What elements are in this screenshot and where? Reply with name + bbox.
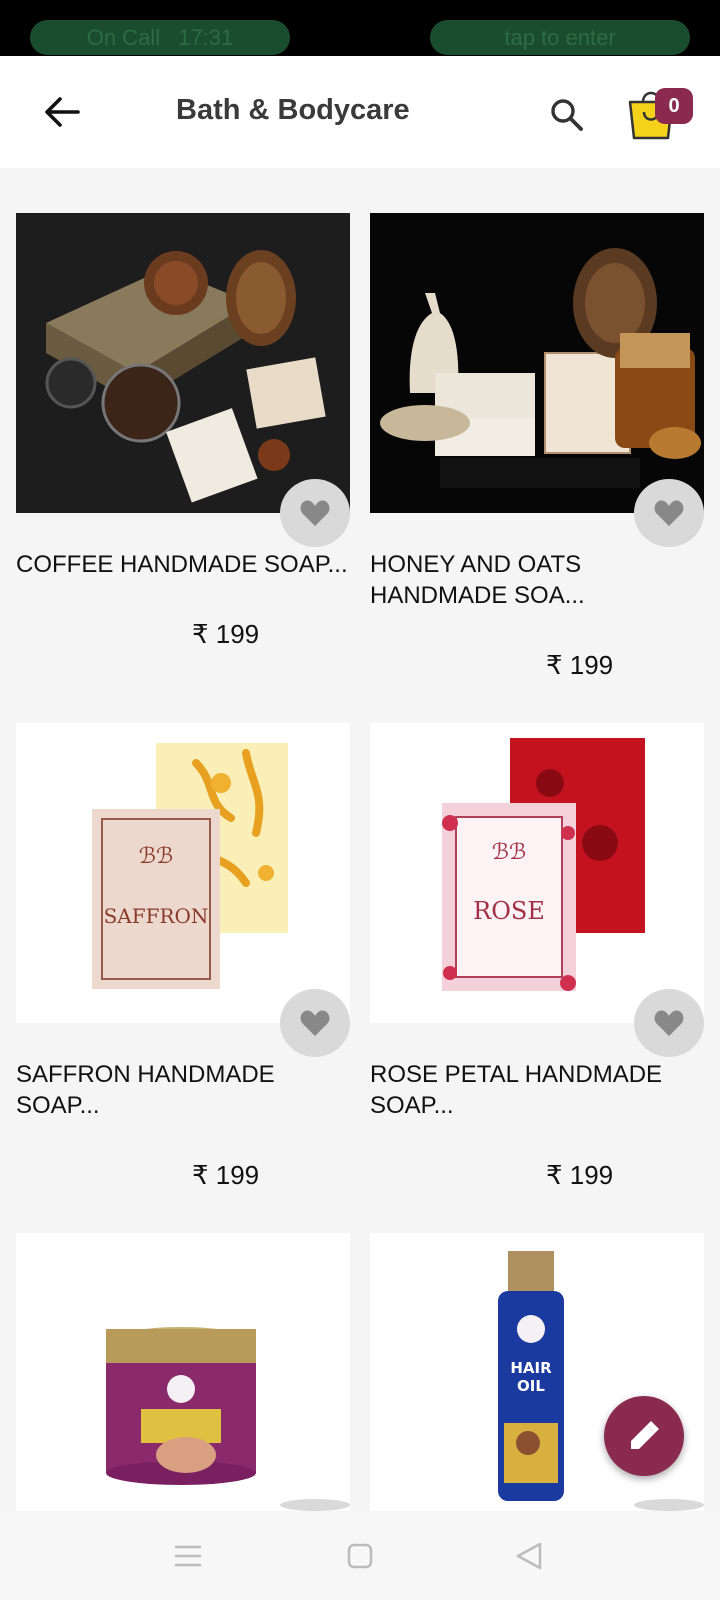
product-price: ₹ 199 bbox=[192, 619, 260, 649]
call-label: On Call bbox=[86, 25, 161, 50]
status-bar: On Call 17:31 tap to enter bbox=[0, 0, 720, 56]
search-icon bbox=[551, 99, 583, 131]
tap-to-enter-pill[interactable]: tap to enter bbox=[430, 20, 690, 55]
arrow-left-icon bbox=[45, 97, 80, 127]
product-name[interactable]: COFFEE HANDMADE SOAP... bbox=[16, 549, 356, 580]
square-home-icon bbox=[347, 1543, 373, 1569]
home-button[interactable] bbox=[342, 1540, 378, 1572]
svg-text:OIL: OIL bbox=[517, 1377, 545, 1395]
edit-fab-button[interactable] bbox=[604, 1396, 684, 1476]
hair-mask-photo bbox=[16, 1233, 350, 1511]
back-button[interactable] bbox=[40, 90, 84, 134]
svg-text:ℬℬ: ℬℬ bbox=[139, 844, 174, 869]
coffee-soap-photo bbox=[16, 213, 350, 513]
heart-icon bbox=[654, 1010, 684, 1036]
product-name[interactable]: HONEY AND OATS HANDMADE SOA... bbox=[370, 549, 710, 611]
product-price: ₹ 199 bbox=[192, 1160, 260, 1190]
app-bar: Bath & Bodycare 0 bbox=[0, 56, 720, 168]
svg-text:HAIR: HAIR bbox=[510, 1359, 552, 1377]
svg-text:SAFFRON: SAFFRON bbox=[104, 904, 209, 928]
rose-soap-photo: ℬℬ ROSE bbox=[370, 723, 704, 1023]
favorite-button[interactable] bbox=[634, 479, 704, 547]
svg-text:ROSE: ROSE bbox=[473, 897, 545, 925]
call-time: 17:31 bbox=[178, 25, 234, 50]
favorite-button[interactable] bbox=[634, 1499, 704, 1511]
favorite-button[interactable] bbox=[634, 989, 704, 1057]
cart-count-badge: 0 bbox=[655, 88, 693, 124]
tap-label: tap to enter bbox=[504, 25, 616, 50]
product-image-hair-mask[interactable] bbox=[16, 1233, 350, 1511]
product-name[interactable]: SAFFRON HANDMADE SOAP... bbox=[16, 1059, 356, 1121]
saffron-soap-photo: ℬℬ SAFFRON bbox=[16, 723, 350, 1023]
svg-text:ℬℬ: ℬℬ bbox=[492, 840, 527, 865]
product-image-rose-petal[interactable]: ℬℬ ROSE bbox=[370, 723, 704, 1023]
favorite-button[interactable] bbox=[280, 1499, 350, 1511]
product-price: ₹ 199 bbox=[546, 650, 614, 680]
heart-icon bbox=[300, 1010, 330, 1036]
edit-pen-icon bbox=[631, 1421, 659, 1449]
page-title: Bath & Bodycare bbox=[176, 94, 410, 126]
product-price: ₹ 199 bbox=[546, 1160, 614, 1190]
product-name[interactable]: ROSE PETAL HANDMADE SOAP... bbox=[370, 1059, 710, 1121]
recents-button[interactable] bbox=[170, 1540, 206, 1572]
on-call-pill[interactable]: On Call 17:31 bbox=[30, 20, 290, 55]
system-nav-bar bbox=[0, 1512, 720, 1600]
product-image-honey-oats[interactable] bbox=[370, 213, 704, 513]
honey-oats-soap-photo bbox=[370, 213, 704, 513]
product-image-coffee[interactable] bbox=[16, 213, 350, 513]
menu-icon bbox=[174, 1545, 202, 1567]
favorite-button[interactable] bbox=[280, 479, 350, 547]
heart-icon bbox=[300, 500, 330, 526]
system-back-button[interactable] bbox=[512, 1540, 548, 1572]
triangle-back-icon bbox=[516, 1542, 542, 1570]
search-button[interactable] bbox=[550, 98, 584, 132]
favorite-button[interactable] bbox=[280, 989, 350, 1057]
product-image-saffron[interactable]: ℬℬ SAFFRON bbox=[16, 723, 350, 1023]
heart-icon bbox=[654, 500, 684, 526]
